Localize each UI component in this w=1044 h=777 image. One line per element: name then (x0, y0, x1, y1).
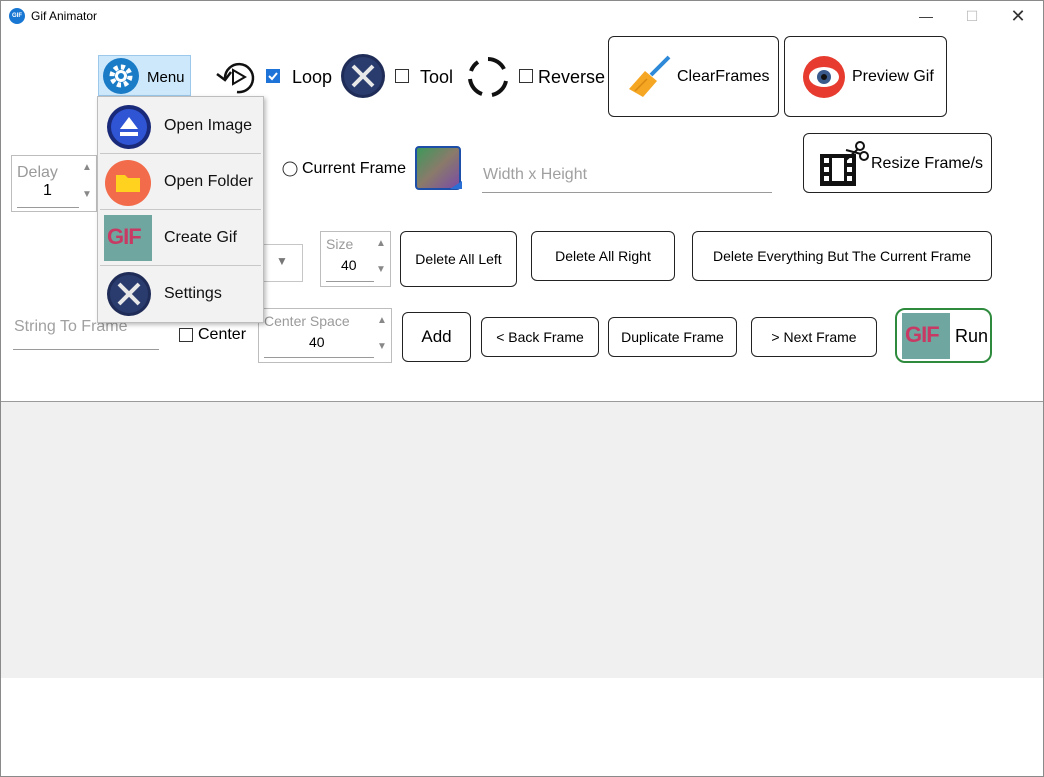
center-space-underline (264, 357, 374, 358)
next-frame-button[interactable]: > Next Frame (751, 317, 877, 357)
title-bar: GIF Gif Animator — ☐ ✕ (1, 1, 1043, 31)
delay-underline (17, 207, 79, 208)
menu-item-settings[interactable]: Settings (100, 267, 261, 321)
window-title: Gif Animator (31, 9, 98, 23)
loop-label: Loop (292, 67, 333, 87)
loop-checkbox[interactable] (266, 69, 280, 83)
delay-spinner[interactable]: Delay 1 ▲ ▼ (11, 155, 97, 212)
delete-all-right-button[interactable]: Delete All Right (531, 231, 675, 281)
delete-all-left-button[interactable]: Delete All Left (400, 231, 517, 287)
menu-divider (100, 153, 261, 154)
string-to-frame-underline (13, 349, 159, 350)
delay-down-arrow[interactable]: ▼ (78, 189, 96, 200)
run-gif-icon: GIF (902, 313, 950, 359)
size-caption: Size (326, 236, 354, 252)
menu-item-label: Open Folder (164, 173, 253, 190)
tool-label: Tool (420, 67, 454, 87)
combobox-chevron-icon: ▼ (276, 254, 288, 268)
current-frame-label: Current Frame (302, 160, 407, 177)
resize-frames-label: Resize Frame/s (871, 155, 984, 172)
reverse-icon (468, 57, 508, 97)
size-value: 40 (341, 257, 357, 273)
frame-canvas-area[interactable] (1, 401, 1043, 679)
center-space-spinner[interactable]: Center Space 40 ▲ ▼ (258, 308, 392, 363)
eye-icon (803, 56, 845, 98)
size-input-underline (482, 192, 772, 193)
center-label: Center (198, 326, 247, 343)
broom-icon (629, 55, 671, 97)
menu-item-label: Settings (164, 285, 222, 302)
menu-divider (100, 265, 261, 266)
size-spinner[interactable]: Size 40 ▲ ▼ (320, 231, 391, 287)
delay-up-arrow[interactable]: ▲ (78, 162, 96, 173)
loop-icon (216, 62, 255, 94)
add-button[interactable]: Add (402, 312, 471, 362)
maximize-button[interactable]: ☐ (949, 1, 995, 31)
preview-gif-label: Preview Gif (852, 68, 934, 85)
center-space-value: 40 (309, 334, 325, 350)
frame-picture-icon (415, 146, 462, 190)
gif-icon-text: GIF (107, 224, 142, 249)
size-underline (326, 281, 374, 282)
folder-icon (105, 160, 151, 206)
menu-item-label: Open Image (164, 117, 253, 134)
checkmark-icon (268, 72, 278, 81)
gif-icon: GIF (104, 215, 152, 261)
gear-icon (103, 58, 139, 94)
center-space-up-arrow[interactable]: ▲ (373, 315, 391, 326)
tools-icon (107, 272, 151, 316)
size-input-placeholder[interactable]: Width x Height (483, 166, 587, 184)
clear-frames-label: ClearFrames (677, 68, 770, 85)
film-scissors-icon (820, 141, 869, 186)
app-icon: GIF (9, 8, 25, 24)
menu-item-open-folder[interactable]: Open Folder (100, 155, 261, 209)
reverse-label: Reverse (538, 67, 606, 87)
run-button[interactable]: GIF Run (895, 308, 992, 363)
menu-item-label: Create Gif (164, 229, 237, 246)
delay-caption: Delay (17, 164, 58, 181)
close-button[interactable]: ✕ (995, 1, 1041, 31)
menu-dropdown: Open Image Open Folder GIF Create Gif Se… (97, 96, 264, 323)
run-label: Run (955, 326, 989, 346)
clear-frames-button[interactable]: ClearFrames (608, 36, 779, 117)
tool-checkbox[interactable] (395, 69, 409, 83)
size-up-arrow[interactable]: ▲ (372, 238, 390, 249)
delay-value: 1 (43, 182, 52, 199)
eject-icon (107, 105, 151, 149)
back-frame-button[interactable]: < Back Frame (481, 317, 599, 357)
size-down-arrow[interactable]: ▼ (372, 264, 390, 275)
menu-button-label: Menu (147, 69, 185, 86)
menu-item-open-image[interactable]: Open Image (100, 99, 261, 153)
run-gif-icon-text: GIF (905, 322, 940, 347)
center-space-caption: Center Space (264, 313, 350, 329)
center-checkbox[interactable] (179, 328, 193, 342)
preview-gif-button[interactable]: Preview Gif (784, 36, 947, 117)
reverse-checkbox[interactable] (519, 69, 533, 83)
status-panel (1, 678, 1043, 775)
menu-divider (100, 209, 261, 210)
tools-icon (341, 54, 385, 98)
delete-everything-but-current-button[interactable]: Delete Everything But The Current Frame (692, 231, 992, 281)
minimize-button[interactable]: — (903, 1, 949, 31)
font-combobox[interactable]: ▼ (262, 244, 303, 282)
menu-item-create-gif[interactable]: GIF Create Gif (100, 211, 261, 265)
resize-frames-button[interactable]: Resize Frame/s (803, 133, 992, 193)
current-frame-radio[interactable] (282, 161, 298, 177)
menu-button[interactable]: Menu (98, 55, 191, 96)
duplicate-frame-button[interactable]: Duplicate Frame (608, 317, 737, 357)
center-space-down-arrow[interactable]: ▼ (373, 341, 391, 352)
